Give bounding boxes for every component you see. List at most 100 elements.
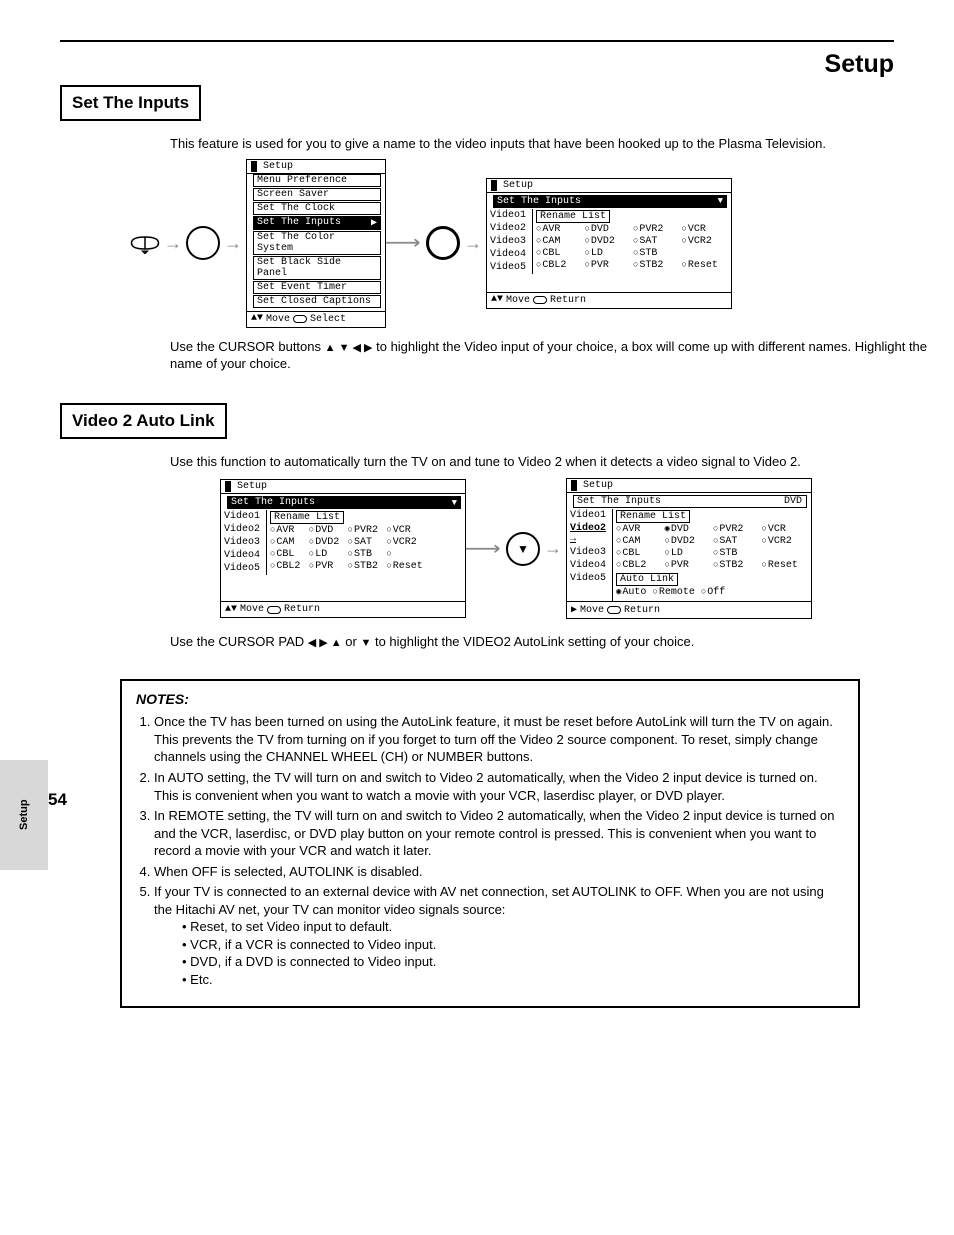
opt[interactable]: PVR2 [633, 224, 680, 235]
osd-menu-item-active[interactable]: Set The Inputs▶ [253, 216, 381, 230]
select-oval-icon [293, 315, 307, 323]
cursor-pad-icon [130, 232, 160, 254]
opt[interactable]: CAM [270, 537, 307, 548]
return-oval-icon [267, 606, 281, 614]
osd-menu-item[interactable]: Set Closed Captions [253, 295, 381, 308]
opt[interactable]: CAM [536, 236, 583, 247]
opt[interactable]: CBL [616, 548, 663, 559]
autolink-opt[interactable]: Remote [652, 587, 694, 598]
opt[interactable]: DVD2 [665, 536, 712, 547]
video-label[interactable]: Video3 [487, 235, 532, 248]
opt[interactable]: STB [633, 248, 680, 259]
opt[interactable]: PVR [309, 561, 346, 572]
opt[interactable]: VCR [386, 525, 423, 536]
section1-body: This feature is used for you to give a n… [170, 135, 930, 153]
arrow-right-icon: → [160, 233, 186, 254]
video-label[interactable]: Video1 [567, 509, 612, 522]
opt[interactable]: DVD2 [309, 537, 346, 548]
arrow-right-icon: → [460, 233, 486, 254]
note-sub: • Etc. [182, 971, 844, 989]
opt[interactable]: CBL2 [270, 561, 307, 572]
opt[interactable]: AVR [270, 525, 307, 536]
opt[interactable]: CBL [270, 549, 307, 560]
osd-menu-item[interactable]: Set Event Timer [253, 281, 381, 294]
opt-selected[interactable]: DVD [665, 524, 712, 535]
opt[interactable]: STB2 [713, 560, 760, 571]
opt[interactable] [386, 549, 423, 560]
opt[interactable]: PVR2 [713, 524, 760, 535]
video-label[interactable]: Video3 [221, 536, 266, 549]
opt[interactable]: VCR [762, 524, 809, 535]
video-label[interactable]: Video4 [221, 549, 266, 562]
opt[interactable]: VCR2 [386, 537, 423, 548]
video-label-active[interactable]: Video2 → [567, 522, 612, 546]
video-label[interactable]: Video5 [567, 572, 612, 585]
opt[interactable]: DVD [309, 525, 346, 536]
video-label[interactable]: Video5 [487, 261, 532, 274]
opt[interactable]: STB [713, 548, 760, 559]
return-oval-icon [533, 296, 547, 304]
opt[interactable]: VCR2 [762, 536, 809, 547]
return-oval-icon [607, 606, 621, 614]
video-label[interactable]: Video4 [567, 559, 612, 572]
opt[interactable]: Reset [386, 561, 423, 572]
opt[interactable]: CAM [616, 536, 663, 547]
autolink-opt[interactable]: Auto [616, 587, 646, 598]
video-label[interactable]: Video4 [487, 248, 532, 261]
opt[interactable]: SAT [348, 537, 385, 548]
opt[interactable]: CBL2 [536, 260, 583, 271]
opt[interactable]: CBL [536, 248, 583, 259]
opt[interactable]: STB2 [633, 260, 680, 271]
osd-menu-item[interactable]: Set Black Side Panel [253, 256, 381, 280]
video-label[interactable]: Video1 [221, 510, 266, 523]
opt[interactable]: VCR2 [682, 236, 729, 247]
rename-list-label: Rename List [536, 210, 610, 223]
video-label[interactable]: Video1 [487, 209, 532, 222]
video-label[interactable]: Video5 [221, 562, 266, 575]
opt[interactable]: PVR2 [348, 525, 385, 536]
arrow-right-icon: → [540, 538, 566, 559]
osd-menu-item[interactable]: Set The Color System [253, 231, 381, 255]
opt[interactable]: Reset [682, 260, 729, 271]
autolink-opt[interactable]: Off [701, 587, 725, 598]
rename-list-label: Rename List [270, 511, 344, 524]
osd-menu-item[interactable]: Set The Clock [253, 202, 381, 215]
opt[interactable]: VCR [682, 224, 729, 235]
arrow-right-icon [386, 237, 426, 248]
note-item: In REMOTE setting, the TV will turn on a… [154, 807, 844, 860]
arrow-right-icon [466, 543, 506, 554]
arrow-right-icon: → [220, 233, 246, 254]
foot-return: Return [550, 295, 586, 306]
foot-move: Move [240, 604, 264, 615]
video-list: Video1 Video2 Video3 Video4 Video5 [487, 209, 533, 274]
opt[interactable]: STB2 [348, 561, 385, 572]
osd-setup-menu: Setup Menu Preference Screen Saver Set T… [246, 159, 386, 328]
opt[interactable]: PVR [665, 560, 712, 571]
foot-return: Return [284, 604, 320, 615]
video-label[interactable]: Video2 [221, 523, 266, 536]
opt[interactable]: DVD2 [585, 236, 632, 247]
notes-box: NOTES: Once the TV has been turned on us… [120, 679, 860, 1007]
foot-move: Move [266, 314, 290, 325]
notes-label: NOTES: [136, 691, 189, 707]
osd-menu-item[interactable]: Menu Preference [253, 174, 381, 187]
opt[interactable]: STB [348, 549, 385, 560]
opt[interactable]: AVR [616, 524, 663, 535]
opt[interactable]: PVR [585, 260, 632, 271]
up-down-icon: ▲▼ [251, 315, 263, 323]
opt[interactable]: LD [585, 248, 632, 259]
opt[interactable]: AVR [536, 224, 583, 235]
opt[interactable]: SAT [633, 236, 680, 247]
video-label[interactable]: Video2 [487, 222, 532, 235]
opt[interactable]: SAT [713, 536, 760, 547]
osd-title: Setup [503, 180, 533, 191]
down-button-icon: ▼ [506, 532, 540, 566]
foot-return: Return [624, 605, 660, 616]
opt[interactable]: CBL2 [616, 560, 663, 571]
opt[interactable]: Reset [762, 560, 809, 571]
opt[interactable]: LD [309, 549, 346, 560]
video-label[interactable]: Video3 [567, 546, 612, 559]
osd-menu-item[interactable]: Screen Saver [253, 188, 381, 201]
opt[interactable]: DVD [585, 224, 632, 235]
opt[interactable]: LD [665, 548, 712, 559]
